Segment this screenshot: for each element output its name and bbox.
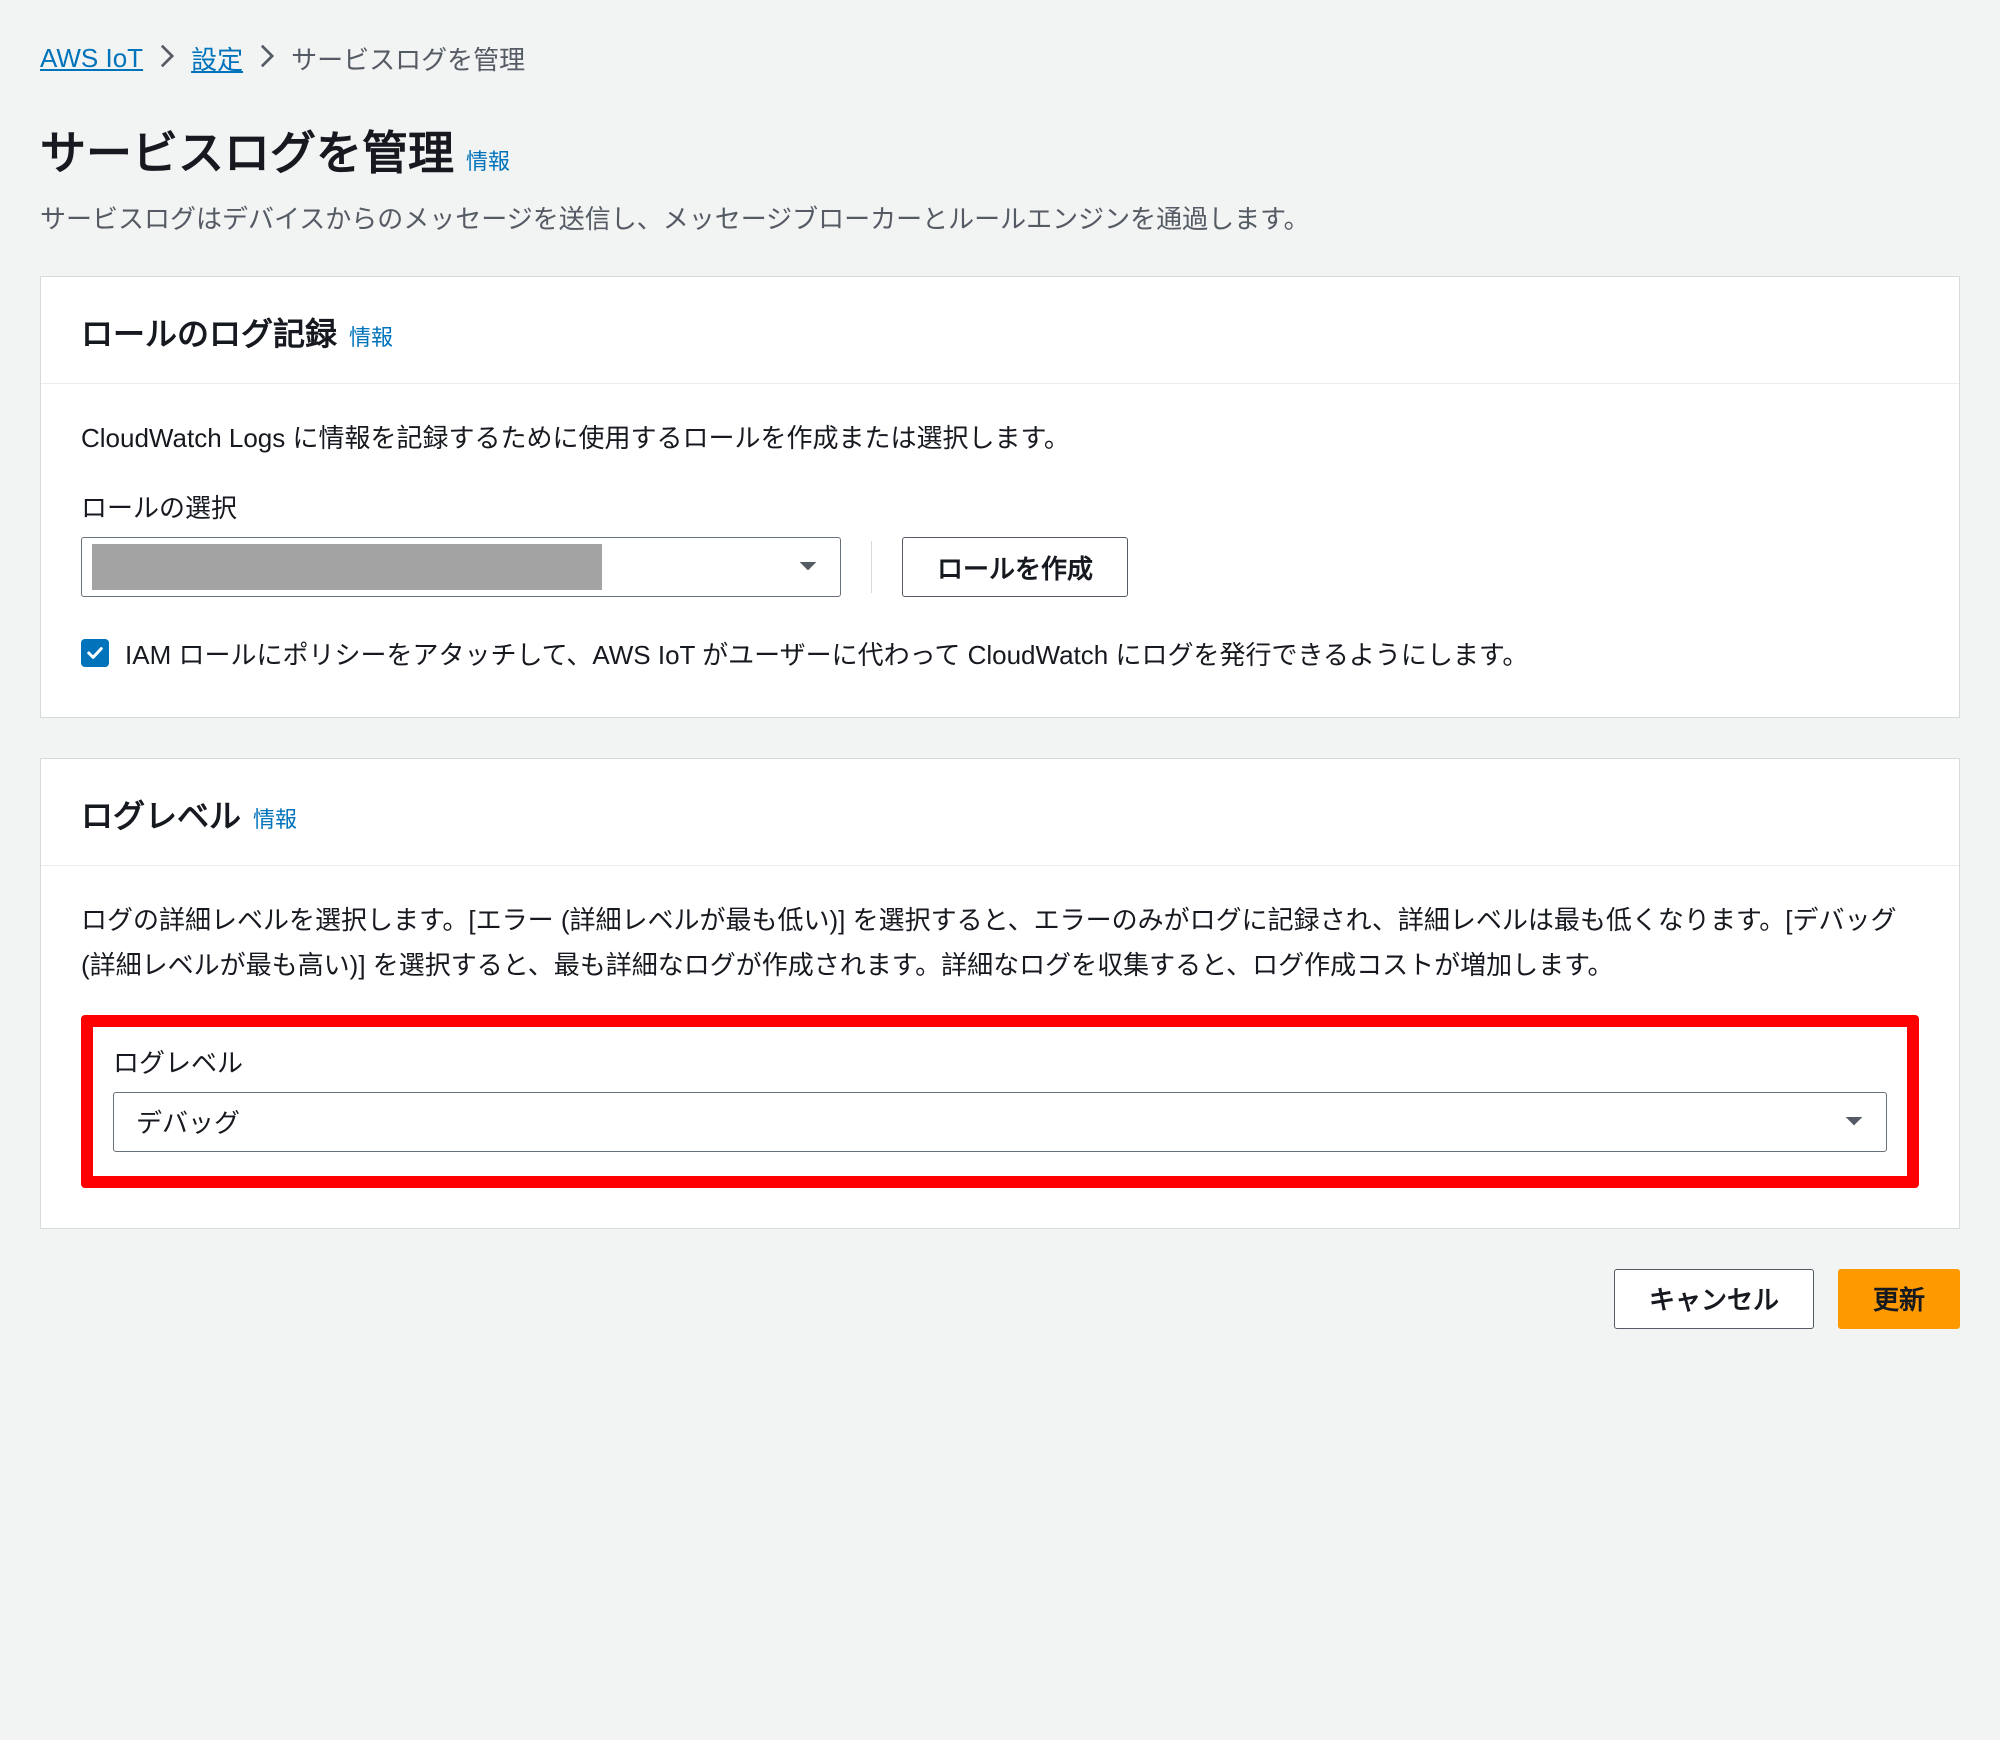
update-button[interactable]: 更新 (1838, 1269, 1960, 1329)
log-level-select[interactable]: デバッグ (113, 1092, 1887, 1152)
role-logging-description: CloudWatch Logs に情報を記録するために使用するロールを作成または… (81, 416, 1919, 460)
role-select-label: ロールの選択 (81, 488, 1919, 525)
breadcrumb-root-link[interactable]: AWS IoT (40, 43, 143, 74)
log-level-title: ログレベル (81, 791, 241, 837)
log-level-field-label: ログレベル (113, 1043, 1887, 1080)
log-level-selected-value: デバッグ (136, 1103, 240, 1140)
role-logging-title: ロールのログ記録 (81, 309, 337, 355)
chevron-right-icon (259, 43, 275, 75)
role-select[interactable] (81, 537, 841, 597)
log-level-description: ログの詳細レベルを選択します。[エラー (詳細レベルが最も低い)] を選択すると… (81, 898, 1919, 986)
role-select-value-redacted (92, 544, 602, 590)
attach-policy-checkbox[interactable] (81, 639, 109, 667)
breadcrumb: AWS IoT 設定 サービスログを管理 (40, 40, 1960, 77)
page-title: サービスログを管理 (40, 117, 454, 183)
page-description: サービスログはデバイスからのメッセージを送信し、メッセージブローカーとルールエン… (40, 199, 1960, 236)
footer-actions: キャンセル 更新 (40, 1269, 1960, 1329)
log-level-info-link[interactable]: 情報 (253, 802, 297, 834)
log-level-panel: ログレベル 情報 ログの詳細レベルを選択します。[エラー (詳細レベルが最も低い… (40, 758, 1960, 1228)
cancel-button[interactable]: キャンセル (1614, 1269, 1814, 1329)
divider (871, 541, 872, 593)
caret-down-icon (798, 560, 818, 574)
breadcrumb-current: サービスログを管理 (291, 40, 525, 77)
create-role-button[interactable]: ロールを作成 (902, 537, 1128, 597)
role-logging-panel: ロールのログ記録 情報 CloudWatch Logs に情報を記録するために使… (40, 276, 1960, 718)
breadcrumb-settings-link[interactable]: 設定 (191, 40, 243, 77)
log-level-highlight: ログレベル デバッグ (81, 1015, 1919, 1188)
chevron-right-icon (159, 43, 175, 75)
page-info-link[interactable]: 情報 (466, 144, 510, 176)
caret-down-icon (1844, 1115, 1864, 1129)
attach-policy-label: IAM ロールにポリシーをアタッチして、AWS IoT がユーザーに代わって C… (125, 633, 1528, 677)
role-logging-info-link[interactable]: 情報 (349, 320, 393, 352)
